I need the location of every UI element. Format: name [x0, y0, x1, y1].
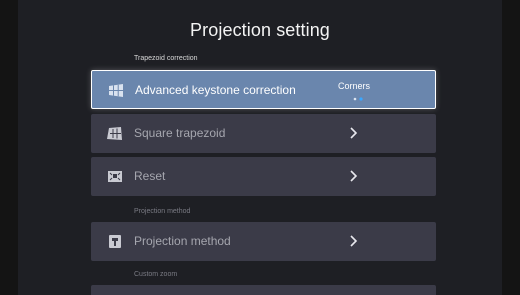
square-trapezoid-row[interactable]: Square trapezoid: [91, 114, 436, 153]
advanced-keystone-label: Advanced keystone correction: [135, 83, 296, 97]
projection-method-label: Projection method: [134, 234, 231, 248]
projection-settings-panel: Projection setting Trapezoid correction …: [18, 0, 502, 295]
reset-icon: [108, 171, 122, 182]
advanced-keystone-row[interactable]: Advanced keystone correction Corners: [91, 70, 436, 109]
square-trapezoid-label: Square trapezoid: [134, 126, 226, 140]
reset-label: Reset: [134, 169, 166, 183]
projector-icon: [109, 235, 121, 248]
page-indicator-dots: [353, 97, 363, 101]
section-label-projection: Projection method: [134, 208, 191, 215]
page-title: Projection setting: [190, 20, 330, 40]
chevron-right-icon: [350, 170, 358, 182]
section-label-trapezoid: Trapezoid correction: [134, 55, 198, 62]
chevron-right-icon: [350, 235, 358, 247]
section-label-custom-zoom: Custom zoom: [134, 271, 178, 278]
square-trapezoid-icon: [107, 127, 122, 140]
projection-method-row[interactable]: Projection method: [91, 222, 436, 261]
keystone-mode-value: Corners: [338, 81, 371, 91]
chevron-right-icon: [350, 127, 358, 139]
custom-zoom-row[interactable]: [91, 285, 436, 295]
keystone-grid-icon: [109, 84, 123, 97]
reset-row[interactable]: Reset: [91, 157, 436, 196]
